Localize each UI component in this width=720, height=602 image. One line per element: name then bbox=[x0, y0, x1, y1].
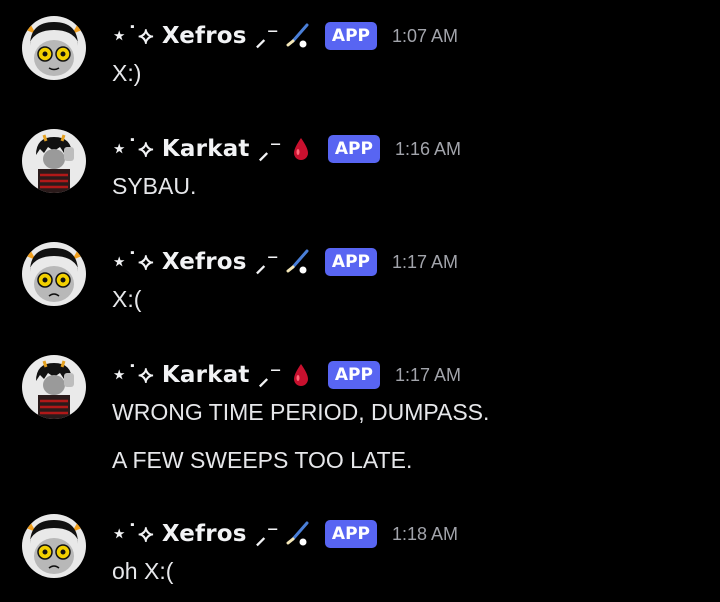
hockey-stick-icon bbox=[285, 521, 311, 547]
avatar[interactable] bbox=[22, 16, 86, 80]
hockey-stick-icon bbox=[285, 249, 311, 275]
message-header: ⋆˙⟡ Xefros ⸝⁻ APP 1:18 AM bbox=[112, 514, 458, 554]
username[interactable]: ⋆˙⟡ Karkat ⸝⁻ bbox=[112, 136, 282, 162]
app-badge: APP bbox=[324, 520, 377, 548]
app-badge: APP bbox=[327, 361, 380, 389]
username[interactable]: ⋆˙⟡ Xefros ⸝⁻ bbox=[112, 521, 279, 547]
message-text: X:( bbox=[112, 286, 142, 312]
message-header: ⋆˙⟡ Karkat ⸝⁻ APP 1:16 AM bbox=[112, 129, 461, 169]
username[interactable]: ⋆˙⟡ Xefros ⸝⁻ bbox=[112, 249, 279, 275]
message-header: ⋆˙⟡ Karkat ⸝⁻ APP 1:17 AM bbox=[112, 355, 461, 395]
message-text: WRONG TIME PERIOD, DUMPASS. bbox=[112, 399, 490, 425]
app-badge: APP bbox=[324, 248, 377, 276]
timestamp[interactable]: 1:16 AM bbox=[395, 139, 461, 160]
timestamp[interactable]: 1:18 AM bbox=[392, 524, 458, 545]
message-text: SYBAU. bbox=[112, 173, 197, 199]
message-text: oh X:( bbox=[112, 558, 174, 584]
blood-drop-icon bbox=[288, 362, 314, 388]
message-header: ⋆˙⟡ Xefros ⸝⁻ APP 1:17 AM bbox=[112, 242, 458, 282]
message-text: X:) bbox=[112, 60, 142, 86]
avatar[interactable] bbox=[22, 355, 86, 419]
blood-drop-icon bbox=[288, 136, 314, 162]
timestamp[interactable]: 1:17 AM bbox=[392, 252, 458, 273]
timestamp[interactable]: 1:17 AM bbox=[395, 365, 461, 386]
username[interactable]: ⋆˙⟡ Xefros ⸝⁻ bbox=[112, 23, 279, 49]
avatar[interactable] bbox=[22, 514, 86, 578]
app-badge: APP bbox=[324, 22, 377, 50]
app-badge: APP bbox=[327, 135, 380, 163]
hockey-stick-icon bbox=[285, 23, 311, 49]
message-text: A FEW SWEEPS TOO LATE. bbox=[112, 447, 413, 473]
avatar[interactable] bbox=[22, 242, 86, 306]
timestamp[interactable]: 1:07 AM bbox=[392, 26, 458, 47]
avatar[interactable] bbox=[22, 129, 86, 193]
username[interactable]: ⋆˙⟡ Karkat ⸝⁻ bbox=[112, 362, 282, 388]
message-header: ⋆˙⟡ Xefros ⸝⁻ APP 1:07 AM bbox=[112, 16, 458, 56]
